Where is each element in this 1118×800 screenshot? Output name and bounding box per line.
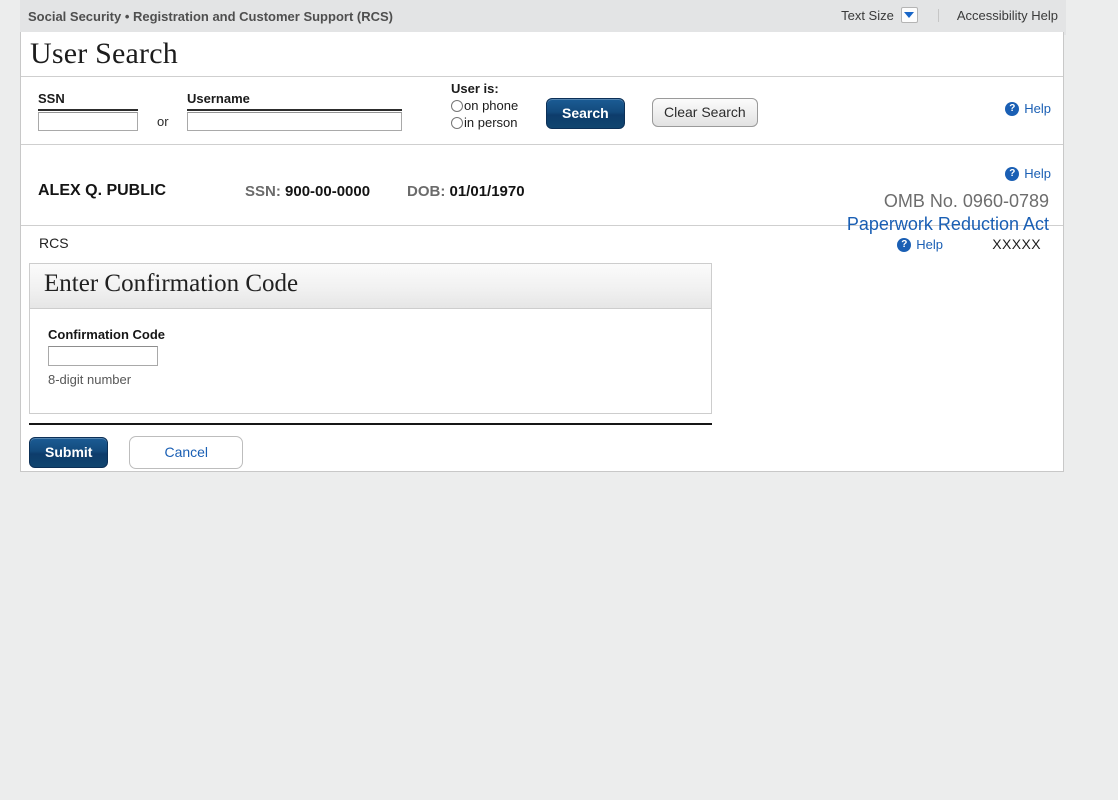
user-dob-key: DOB:	[407, 183, 446, 200]
user-is-radio-group: User is: on phone in person	[451, 81, 518, 131]
chevron-down-glyph	[904, 12, 915, 18]
search-button[interactable]: Search	[546, 98, 625, 129]
rcs-code: XXXXX	[992, 236, 1041, 252]
radio-in-person-input[interactable]	[451, 116, 463, 129]
question-mark-icon: ?	[1005, 101, 1020, 116]
actions-divider	[29, 423, 712, 425]
radio-on-phone-label: on phone	[464, 98, 519, 113]
confirmation-code-hint: 8-digit number	[48, 372, 132, 387]
topbar-controls: Text Size Accessibility Help	[841, 7, 1058, 23]
username-input[interactable]	[187, 112, 402, 131]
chevron-down-icon[interactable]	[900, 7, 918, 23]
page-card: User Search SSN or Username User is: on …	[20, 32, 1064, 472]
page-header: User Search	[21, 32, 1063, 77]
text-size-label: Text Size	[841, 7, 894, 23]
ssn-input[interactable]	[38, 112, 138, 131]
user-dob-value: 01/01/1970	[449, 183, 525, 200]
rcs-band: RCS ? Help XXXXX	[21, 226, 1063, 262]
username-field-group: Username	[187, 91, 402, 131]
omb-help-label: Help	[1024, 166, 1051, 181]
user-dob: DOB: 01/01/1970	[407, 183, 525, 200]
cancel-button[interactable]: Cancel	[129, 436, 244, 469]
username-label: Username	[187, 91, 402, 111]
radio-on-phone[interactable]: on phone	[451, 97, 518, 114]
confirmation-code-panel: Enter Confirmation Code Confirmation Cod…	[29, 263, 712, 414]
accessibility-help-link[interactable]: Accessibility Help	[957, 8, 1058, 23]
radio-in-person[interactable]: in person	[451, 114, 518, 131]
ssn-label: SSN	[38, 91, 138, 111]
user-ssn: SSN: 900-00-0000	[245, 183, 370, 200]
agency-title: Social Security • Registration and Custo…	[28, 9, 393, 24]
user-full-name: ALEX Q. PUBLIC	[38, 182, 167, 199]
panel-header: Enter Confirmation Code	[30, 264, 711, 309]
clear-search-button[interactable]: Clear Search	[652, 98, 758, 127]
user-info-band: ALEX Q. PUBLIC SSN: 900-00-0000 DOB: 01/…	[21, 145, 1063, 234]
ssn-field-group: SSN	[38, 91, 138, 131]
panel-body: Confirmation Code 8-digit number	[30, 309, 711, 413]
omb-help-link[interactable]: ? Help	[1005, 166, 1051, 181]
radio-in-person-label: in person	[464, 115, 518, 130]
confirmation-code-input[interactable]	[48, 346, 158, 366]
page-title: User Search	[30, 37, 178, 70]
user-search-form: SSN or Username User is: on phone in per…	[21, 77, 1063, 145]
panel-heading: Enter Confirmation Code	[44, 270, 299, 297]
omb-number: OMB No. 0960-0789	[883, 191, 1049, 211]
topbar-divider	[937, 8, 939, 22]
user-is-label: User is:	[451, 81, 499, 96]
rcs-help-label: Help	[916, 237, 943, 252]
search-help-link[interactable]: ? Help	[1005, 101, 1051, 116]
question-mark-icon: ?	[897, 237, 912, 252]
action-buttons-row: Submit Cancel	[29, 436, 244, 469]
confirmation-code-label: Confirmation Code	[48, 327, 165, 342]
search-help-label: Help	[1024, 101, 1051, 116]
question-mark-icon: ?	[1005, 166, 1020, 181]
user-ssn-value: 900-00-0000	[285, 183, 371, 200]
radio-on-phone-input[interactable]	[451, 99, 463, 112]
top-utility-bar: Social Security • Registration and Custo…	[20, 0, 1066, 35]
submit-button[interactable]: Submit	[29, 437, 109, 468]
or-separator-label: or	[157, 114, 169, 129]
rcs-label: RCS	[39, 235, 69, 251]
rcs-help-link[interactable]: ? Help	[897, 237, 943, 252]
user-ssn-key: SSN:	[245, 183, 281, 200]
